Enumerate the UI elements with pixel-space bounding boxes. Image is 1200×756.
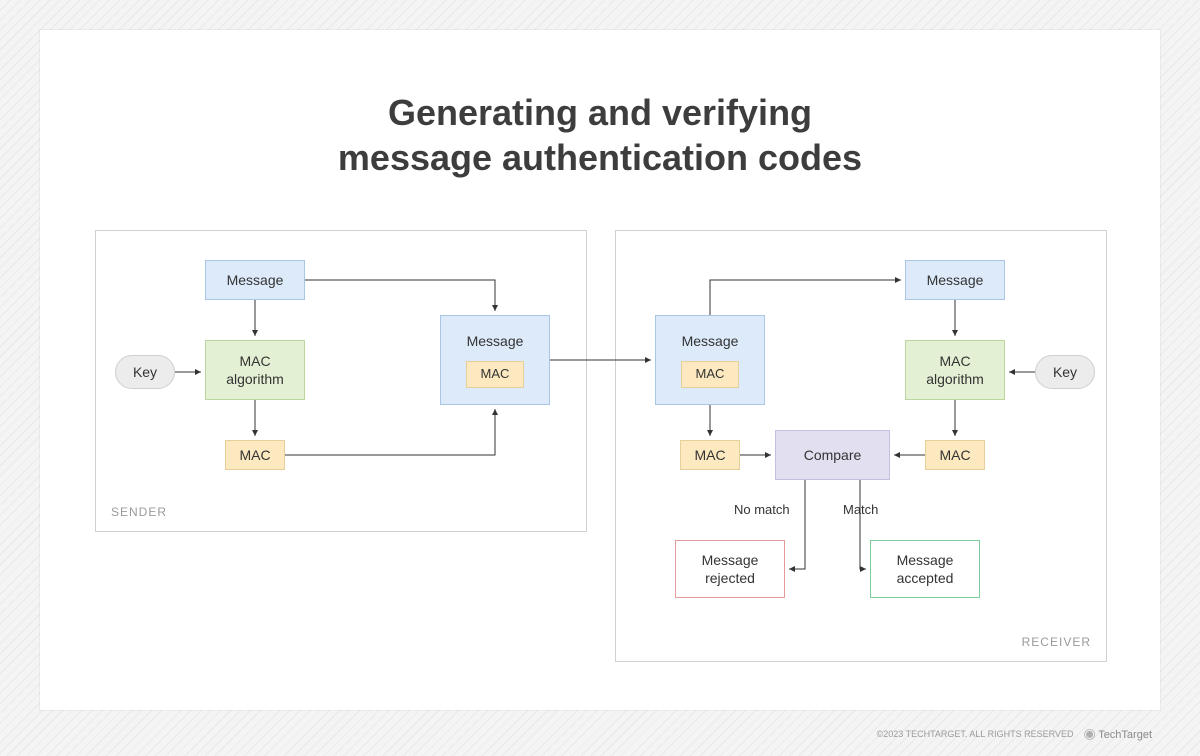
- diagram-card: Generating and verifying message authent…: [40, 30, 1160, 710]
- sender-mac-algorithm: MAC algorithm: [205, 340, 305, 400]
- receiver-mac-left: MAC: [680, 440, 740, 470]
- no-match-label: No match: [734, 502, 790, 517]
- node-label: MAC algorithm: [226, 352, 284, 388]
- message-rejected: Message rejected: [675, 540, 785, 598]
- envelope-message-label: Message: [682, 332, 739, 350]
- eye-icon: ◉: [1083, 725, 1095, 742]
- envelope-message-label: Message: [467, 332, 524, 350]
- copyright: ©2023 TECHTARGET. ALL RIGHTS RESERVED: [877, 729, 1074, 739]
- receiver-mac-right: MAC: [925, 440, 985, 470]
- compare-node: Compare: [775, 430, 890, 480]
- sender-message: Message: [205, 260, 305, 300]
- node-label: Message: [227, 271, 284, 289]
- brand-logo: ◉ TechTarget: [1083, 725, 1152, 742]
- sender-envelope: Message MAC: [440, 315, 550, 405]
- node-label: MAC: [239, 446, 270, 464]
- node-label: Compare: [804, 446, 862, 464]
- node-label: MAC algorithm: [926, 352, 984, 388]
- sender-key: Key: [115, 355, 175, 389]
- receiver-key: Key: [1035, 355, 1095, 389]
- brand-name: TechTarget: [1098, 729, 1152, 741]
- footer: ©2023 TECHTARGET. ALL RIGHTS RESERVED ◉ …: [877, 725, 1152, 742]
- node-label: MAC: [694, 446, 725, 464]
- node-label: Message: [927, 271, 984, 289]
- sender-label: SENDER: [111, 505, 167, 519]
- match-label: Match: [843, 502, 878, 517]
- node-label: Key: [133, 363, 157, 381]
- envelope-mac-label: MAC: [681, 361, 740, 388]
- envelope-mac-label: MAC: [466, 361, 525, 388]
- message-accepted: Message accepted: [870, 540, 980, 598]
- diagram-title: Generating and verifying message authent…: [40, 90, 1160, 180]
- node-label: Message accepted: [897, 551, 954, 587]
- receiver-mac-algorithm: MAC algorithm: [905, 340, 1005, 400]
- receiver-envelope: Message MAC: [655, 315, 765, 405]
- node-label: Key: [1053, 363, 1077, 381]
- receiver-message: Message: [905, 260, 1005, 300]
- node-label: MAC: [939, 446, 970, 464]
- title-line-1: Generating and verifying: [388, 92, 812, 133]
- sender-mac: MAC: [225, 440, 285, 470]
- title-line-2: message authentication codes: [338, 137, 862, 178]
- receiver-label: RECEIVER: [1022, 635, 1091, 649]
- node-label: Message rejected: [702, 551, 759, 587]
